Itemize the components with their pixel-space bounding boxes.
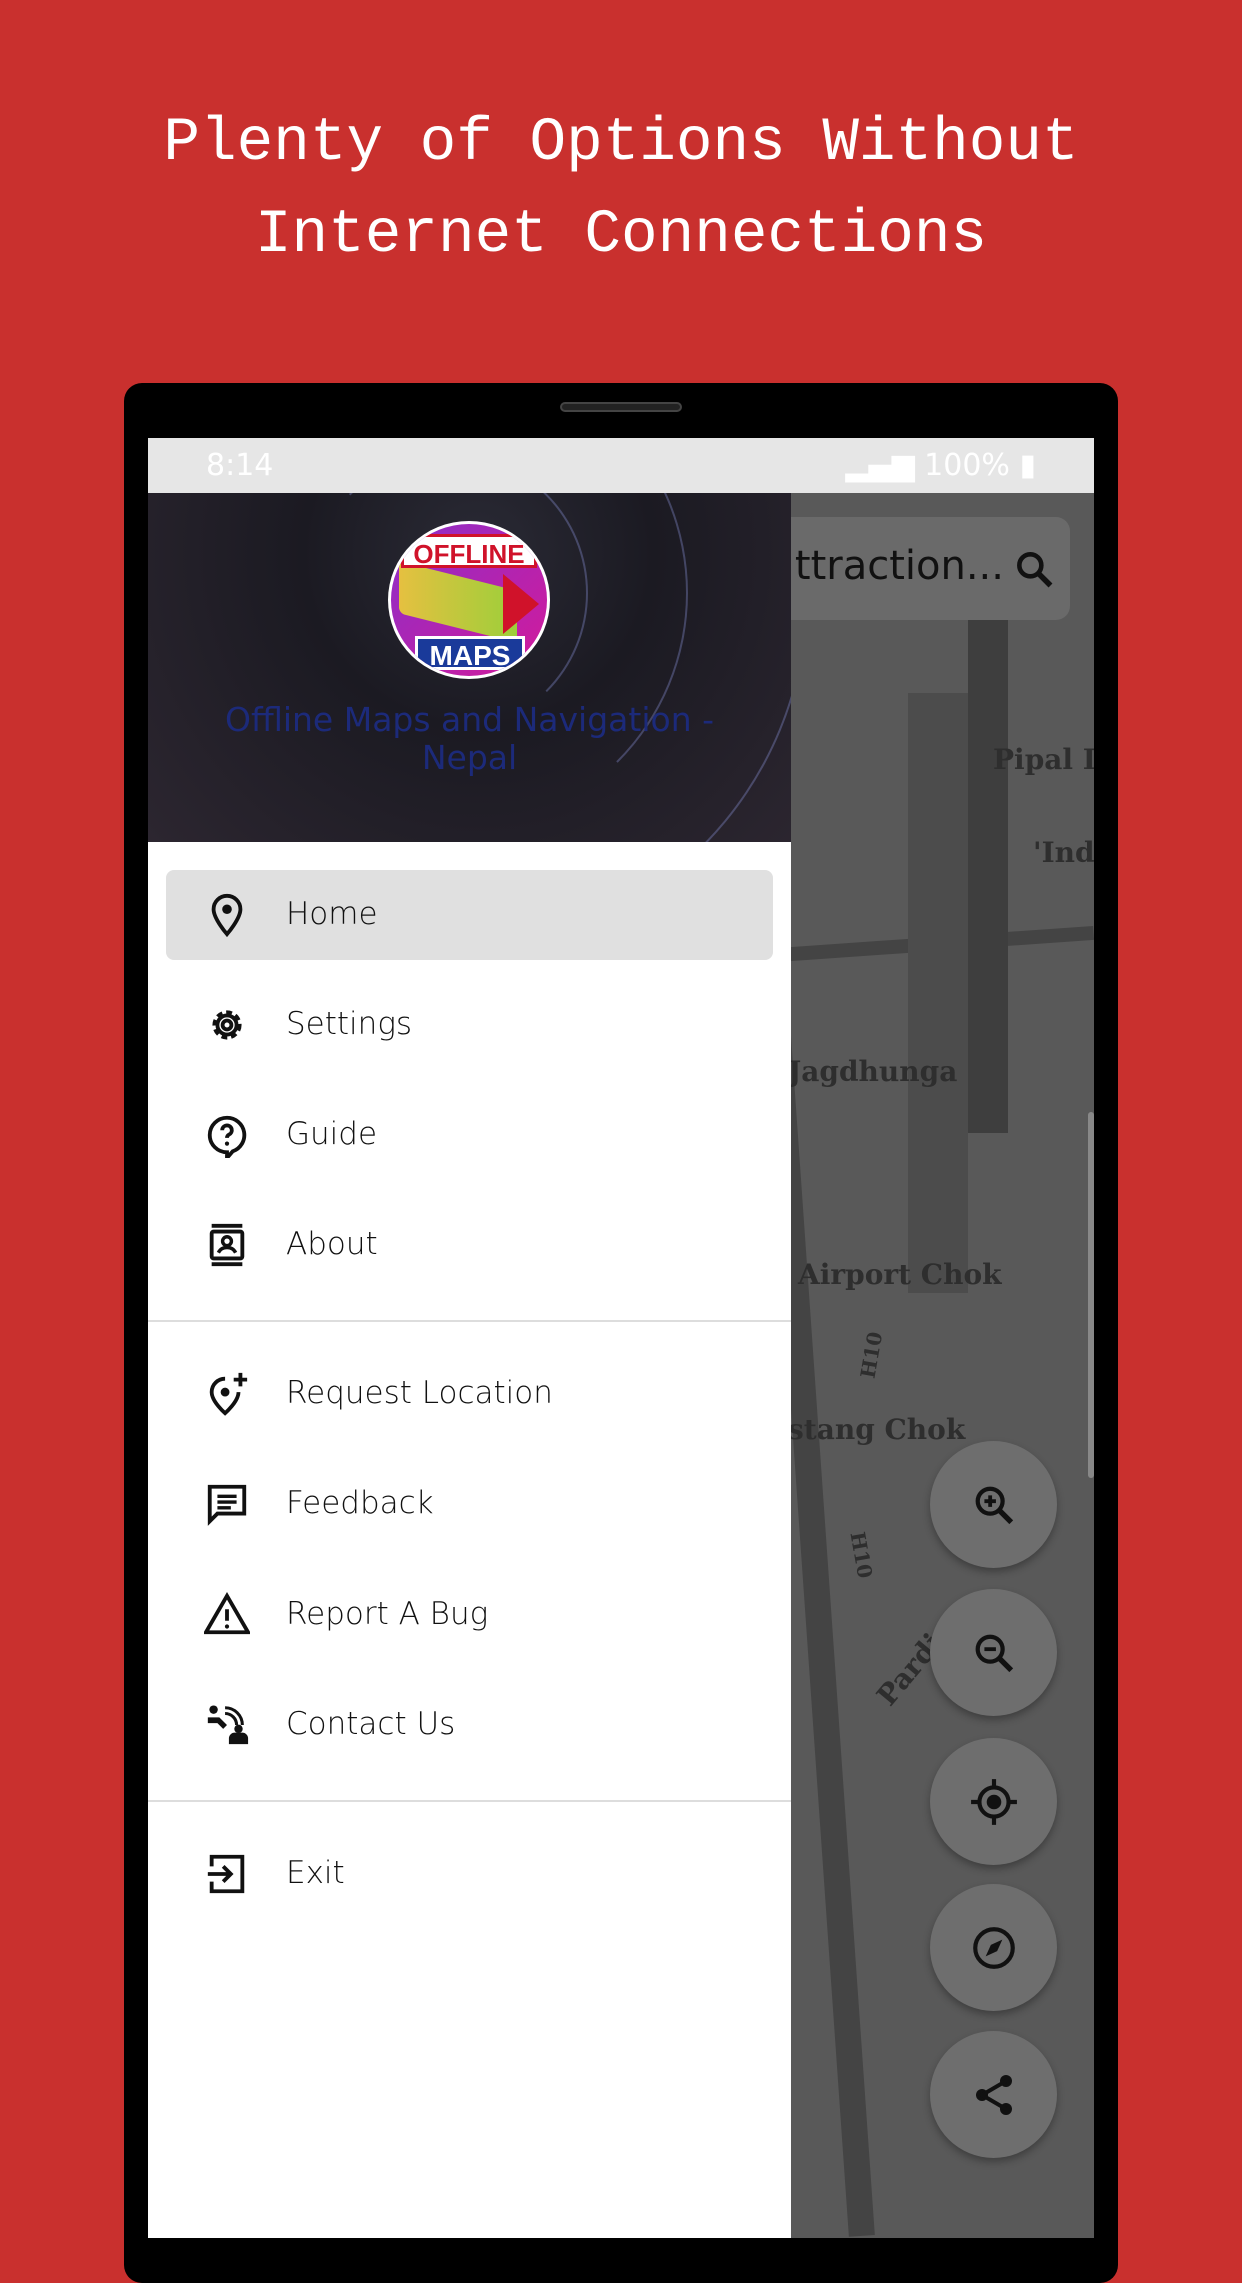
drawer-item-feedback[interactable]: Feedback — [166, 1459, 773, 1549]
my-location-button[interactable] — [930, 1738, 1057, 1865]
drawer-item-request-location[interactable]: Request Location — [166, 1349, 773, 1439]
app-logo: OFFLINE MAPS — [388, 521, 550, 679]
zoom-in-button[interactable] — [930, 1441, 1057, 1568]
drawer-item-settings[interactable]: Settings — [166, 980, 773, 1070]
search-icon[interactable] — [1012, 547, 1056, 591]
map-label: stang Chok — [788, 1413, 966, 1446]
status-time: 8:14 — [206, 448, 274, 483]
contact-card-icon — [209, 1223, 245, 1267]
drawer-item-label: Feedback — [286, 1485, 434, 1521]
drawer-item-label: Contact Us — [286, 1706, 456, 1742]
phone-screen: 8:14 ▂▄▆ 100% ▮ Pipal Do 'Indr Jagdhunga… — [148, 438, 1094, 2238]
drawer-item-home[interactable]: Home — [166, 870, 773, 960]
drawer-item-report-bug[interactable]: Report A Bug — [166, 1570, 773, 1660]
app-name: Offline Maps and Navigation - Nepal — [224, 700, 715, 777]
drawer-item-label: Request Location — [286, 1375, 553, 1411]
exit-icon — [207, 1854, 245, 1894]
signal-icon: ▂▄▆ — [845, 448, 925, 483]
contact-icon — [207, 1705, 249, 1745]
drawer-item-exit[interactable]: Exit — [166, 1829, 773, 1919]
drawer-item-label: Home — [286, 896, 378, 932]
map-label: Pipal Do — [993, 743, 1094, 776]
map-label: 'Indr — [1033, 836, 1094, 869]
logo-bottom-text: MAPS — [415, 636, 525, 671]
drawer-item-label: Settings — [286, 1006, 413, 1042]
compass-button[interactable] — [930, 1884, 1057, 2011]
map-label: H10 — [845, 1529, 878, 1581]
map-river — [968, 613, 1008, 1133]
battery-text: 100% — [924, 448, 1010, 483]
map-label: Airport Chok — [798, 1258, 1002, 1291]
add-location-icon — [209, 1372, 248, 1416]
zoom-in-icon — [975, 1486, 1013, 1524]
drawer-item-label: Exit — [286, 1855, 345, 1891]
headline-line-2: Internet Connections — [254, 201, 988, 270]
drawer-item-guide[interactable]: Guide — [166, 1090, 773, 1180]
status-bar: 8:14 ▂▄▆ 100% ▮ — [148, 438, 1094, 493]
logo-map-shape — [399, 561, 517, 643]
logo-flag — [503, 574, 539, 634]
gear-icon — [212, 1010, 242, 1040]
warning-icon — [204, 1592, 250, 1635]
drawer-item-about[interactable]: About — [166, 1200, 773, 1290]
search-bar[interactable]: ttraction... — [748, 517, 1070, 620]
share-button[interactable] — [930, 2031, 1057, 2158]
help-icon — [207, 1115, 247, 1158]
drawer-item-contact-us[interactable]: Contact Us — [166, 1680, 773, 1770]
zoom-out-icon — [975, 1634, 1013, 1672]
logo-top-text: OFFLINE — [401, 534, 537, 569]
search-text: ttraction... — [794, 543, 1004, 589]
share-icon — [975, 2074, 1012, 2115]
scrollbar[interactable] — [1088, 1112, 1094, 1478]
drawer-item-label: Report A Bug — [286, 1596, 489, 1632]
navigation-drawer: OFFLINE MAPS Offline Maps and Navigation… — [148, 493, 791, 2238]
drawer-divider — [148, 1320, 791, 1322]
status-battery: ▂▄▆ 100% ▮ — [845, 448, 1036, 483]
drawer-divider — [148, 1800, 791, 1802]
compass-icon — [972, 1926, 1015, 1969]
drawer-item-label: About — [286, 1226, 378, 1262]
map-pin-icon — [211, 893, 243, 938]
map-label: H10 — [855, 1329, 888, 1381]
my-location-icon — [970, 1778, 1017, 1825]
drawer-header: OFFLINE MAPS Offline Maps and Navigation… — [148, 493, 791, 842]
headline: Plenty of Options Without Internet Conne… — [0, 98, 1242, 282]
phone-speaker — [560, 402, 682, 412]
drawer-item-label: Guide — [286, 1116, 378, 1152]
map-runway-area — [908, 693, 968, 1293]
zoom-out-button[interactable] — [930, 1589, 1057, 1716]
feedback-icon — [207, 1484, 247, 1526]
headline-line-1: Plenty of Options Without — [163, 109, 1079, 178]
map-label: Jagdhunga — [788, 1055, 958, 1088]
